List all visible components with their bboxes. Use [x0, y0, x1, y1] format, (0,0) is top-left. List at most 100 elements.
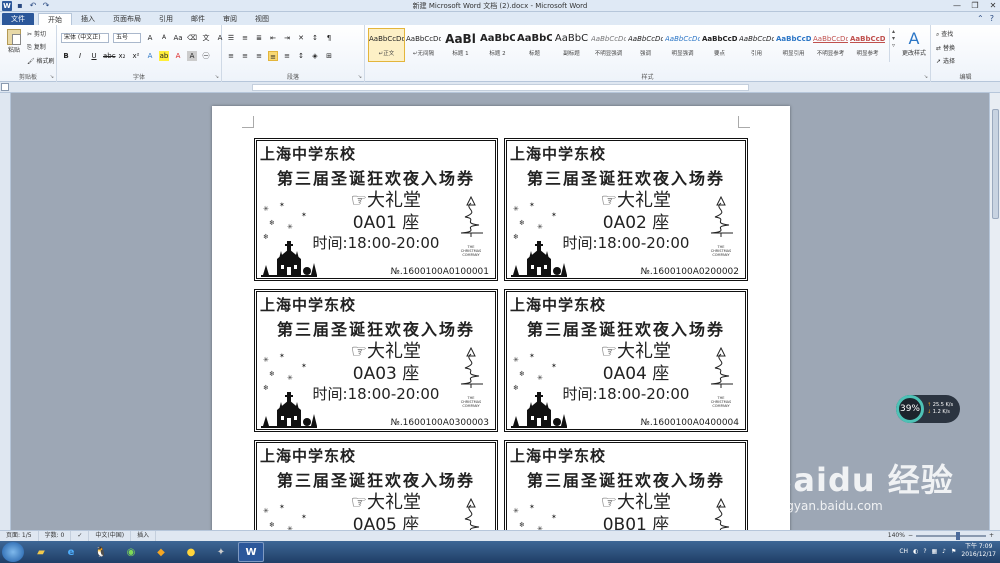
style-quote[interactable]: AaBbCcDd 引用: [738, 28, 775, 62]
chinese-layout-icon[interactable]: ✕: [296, 33, 306, 43]
styles-launcher-icon[interactable]: ↘: [924, 74, 928, 80]
help-tray-icon[interactable]: ?: [923, 548, 926, 555]
style-heading-2[interactable]: AaBbC 标题 2: [479, 28, 516, 62]
tab-page-layout[interactable]: 页面布局: [104, 13, 150, 25]
tab-review[interactable]: 审阅: [214, 13, 246, 25]
ie-icon[interactable]: e: [58, 542, 84, 562]
ticket-card[interactable]: 上海中学东校 第三届圣诞狂欢夜入场券 ✳ ✶ ❄ ✳ ❄ ✶ ☞大礼堂 0A03 座 时…: [254, 289, 498, 432]
paste-button[interactable]: 粘贴: [4, 29, 24, 54]
find-button[interactable]: ⌕ 查找: [936, 29, 955, 39]
align-right-icon[interactable]: ≡: [254, 51, 264, 61]
vertical-ruler[interactable]: [0, 93, 11, 530]
tab-file[interactable]: 文件: [2, 13, 34, 25]
ticket-card[interactable]: 上海中学东校 第三届圣诞狂欢夜入场券 ✳ ✶ ❄ ✳ ❄ ✶ ☞大礼堂 0A04 座 时…: [504, 289, 748, 432]
shrink-font-icon[interactable]: A: [159, 33, 169, 43]
ticket-card[interactable]: 上海中学东校 第三届圣诞狂欢夜入场券 ✳✶❄ ✳❄✶ ☞大礼堂 0B01 座: [504, 440, 748, 530]
style-normal[interactable]: AaBbCcDd ↵正文: [368, 28, 405, 62]
bold-icon[interactable]: B: [61, 51, 71, 61]
bullets-icon[interactable]: ☰: [226, 33, 236, 43]
vertical-scrollbar[interactable]: [989, 93, 1000, 530]
tab-view[interactable]: 视图: [246, 13, 278, 25]
font-launcher-icon[interactable]: ↘: [215, 74, 219, 80]
format-painter-button[interactable]: 🖌 格式刷: [27, 56, 55, 65]
app-icon-tools[interactable]: ✦: [208, 542, 234, 562]
ticket-card[interactable]: 上海中学东校 第三届圣诞狂欢夜入场券 ✳ ✶ ❄ ✳ ❄ ✶ ☞大礼堂 0A02 座 时…: [504, 138, 748, 281]
cut-button[interactable]: ✂ 剪切: [27, 29, 55, 38]
distributed-icon[interactable]: ≡: [282, 51, 292, 61]
increase-indent-icon[interactable]: ⇥: [282, 33, 292, 43]
style-subtitle[interactable]: AaBbC 副标题: [553, 28, 590, 62]
copy-button[interactable]: ⎘ 复制: [27, 42, 55, 52]
char-shading-icon[interactable]: A: [187, 51, 197, 61]
document-page[interactable]: 上海中学东校 第三届圣诞狂欢夜入场券 ✳ ✶ ❄ ✳ ❄ ✶ ☞大礼堂 0A01 座 时…: [212, 106, 790, 530]
minimize-button[interactable]: —: [952, 1, 962, 11]
highlight-icon[interactable]: ab: [159, 51, 169, 61]
app-icon-owl[interactable]: ◆: [148, 542, 174, 562]
justify-icon[interactable]: ≡: [268, 51, 278, 61]
grow-font-icon[interactable]: A: [145, 33, 155, 43]
ruler-strip[interactable]: [252, 84, 749, 91]
qq-icon[interactable]: 🐧: [88, 542, 114, 562]
multilevel-list-icon[interactable]: ≣: [254, 33, 264, 43]
app-icon-yellow[interactable]: ●: [178, 542, 204, 562]
close-button[interactable]: ✕: [988, 1, 998, 11]
decrease-indent-icon[interactable]: ⇤: [268, 33, 278, 43]
maximize-button[interactable]: ❐: [970, 1, 980, 11]
italic-icon[interactable]: I: [75, 51, 85, 61]
clock[interactable]: 下午 7:09 2016/12/17: [961, 543, 996, 559]
minimize-ribbon-icon[interactable]: ⌃: [977, 14, 984, 23]
subscript-icon[interactable]: x₂: [117, 51, 127, 61]
tab-references[interactable]: 引用: [150, 13, 182, 25]
paragraph-launcher-icon[interactable]: ↘: [358, 74, 362, 80]
ticket-card[interactable]: 上海中学东校 第三届圣诞狂欢夜入场券 ✳✶❄ ✳❄✶ ☞大礼堂 0A05 座: [254, 440, 498, 530]
numbering-icon[interactable]: ≡: [240, 33, 250, 43]
line-spacing-icon[interactable]: ↕: [296, 51, 306, 61]
show-marks-icon[interactable]: ¶: [324, 33, 334, 43]
style-emphasis[interactable]: AaBbCcDd 强调: [627, 28, 664, 62]
style-subtle-emphasis[interactable]: AaBbCcDd 不明显强调: [590, 28, 627, 62]
font-color-icon[interactable]: A: [173, 51, 183, 61]
borders-icon[interactable]: ⊞: [324, 51, 334, 61]
horizontal-ruler[interactable]: [0, 82, 1000, 93]
align-center-icon[interactable]: ≡: [240, 51, 250, 61]
flag-icon[interactable]: ⚑: [951, 548, 956, 555]
font-size-select[interactable]: 五号: [113, 33, 141, 43]
styles-scroll[interactable]: ▴ ▾ ▿: [889, 28, 897, 62]
text-effects-icon[interactable]: A: [145, 51, 155, 61]
change-styles-button[interactable]: A 更改样式: [899, 29, 929, 57]
ime-indicator[interactable]: CH: [899, 548, 908, 555]
tab-insert[interactable]: 插入: [72, 13, 104, 25]
word-count[interactable]: 字数: 0: [39, 531, 72, 541]
ticket-card[interactable]: 上海中学东校 第三届圣诞狂欢夜入场券 ✳ ✶ ❄ ✳ ❄ ✶ ☞大礼堂 0A01 座 时…: [254, 138, 498, 281]
style-intense-reference[interactable]: AaBbCcDd 明显参考: [849, 28, 886, 62]
page-count[interactable]: 页面: 1/5: [0, 531, 39, 541]
language-indicator[interactable]: 中文(中国): [89, 531, 132, 541]
clear-format-icon[interactable]: ⌫: [187, 33, 197, 43]
style-title[interactable]: AaBbC 标题: [516, 28, 553, 62]
tab-mailings[interactable]: 邮件: [182, 13, 214, 25]
file-explorer-icon[interactable]: ▰: [28, 542, 54, 562]
help-icon[interactable]: ?: [990, 14, 994, 23]
tab-selector-icon[interactable]: [1, 83, 9, 91]
clipboard-launcher-icon[interactable]: ↘: [50, 74, 54, 80]
font-face-select[interactable]: 宋体 (中文正): [61, 33, 109, 43]
zoom-in-icon[interactable]: +: [989, 532, 994, 539]
change-case-icon[interactable]: Aa: [173, 33, 183, 43]
network-speed-widget[interactable]: 39% ↑ 25.5 K/s ↓ 1.2 K/s: [896, 395, 960, 423]
superscript-icon[interactable]: x²: [131, 51, 141, 61]
tray-icon-1[interactable]: ◐: [913, 548, 918, 555]
underline-icon[interactable]: U: [89, 51, 99, 61]
tab-home[interactable]: 开始: [38, 13, 72, 25]
replace-button[interactable]: ⇄ 替换: [936, 43, 955, 52]
strikethrough-icon[interactable]: abc: [103, 51, 116, 61]
start-button[interactable]: [2, 542, 24, 562]
style-intense-emphasis[interactable]: AaBbCcDd 明显强调: [664, 28, 701, 62]
style-no-spacing[interactable]: AaBbCcDd ↵无间隔: [405, 28, 442, 62]
enclose-char-icon[interactable]: ㊀: [201, 51, 211, 61]
phonetic-guide-icon[interactable]: 文: [201, 33, 211, 43]
insert-mode[interactable]: 插入: [131, 531, 157, 541]
align-left-icon[interactable]: ≡: [226, 51, 236, 61]
app-icon-green[interactable]: ◉: [118, 542, 144, 562]
shading-icon[interactable]: ◈: [310, 51, 320, 61]
select-button[interactable]: ➚ 选择: [936, 56, 955, 65]
